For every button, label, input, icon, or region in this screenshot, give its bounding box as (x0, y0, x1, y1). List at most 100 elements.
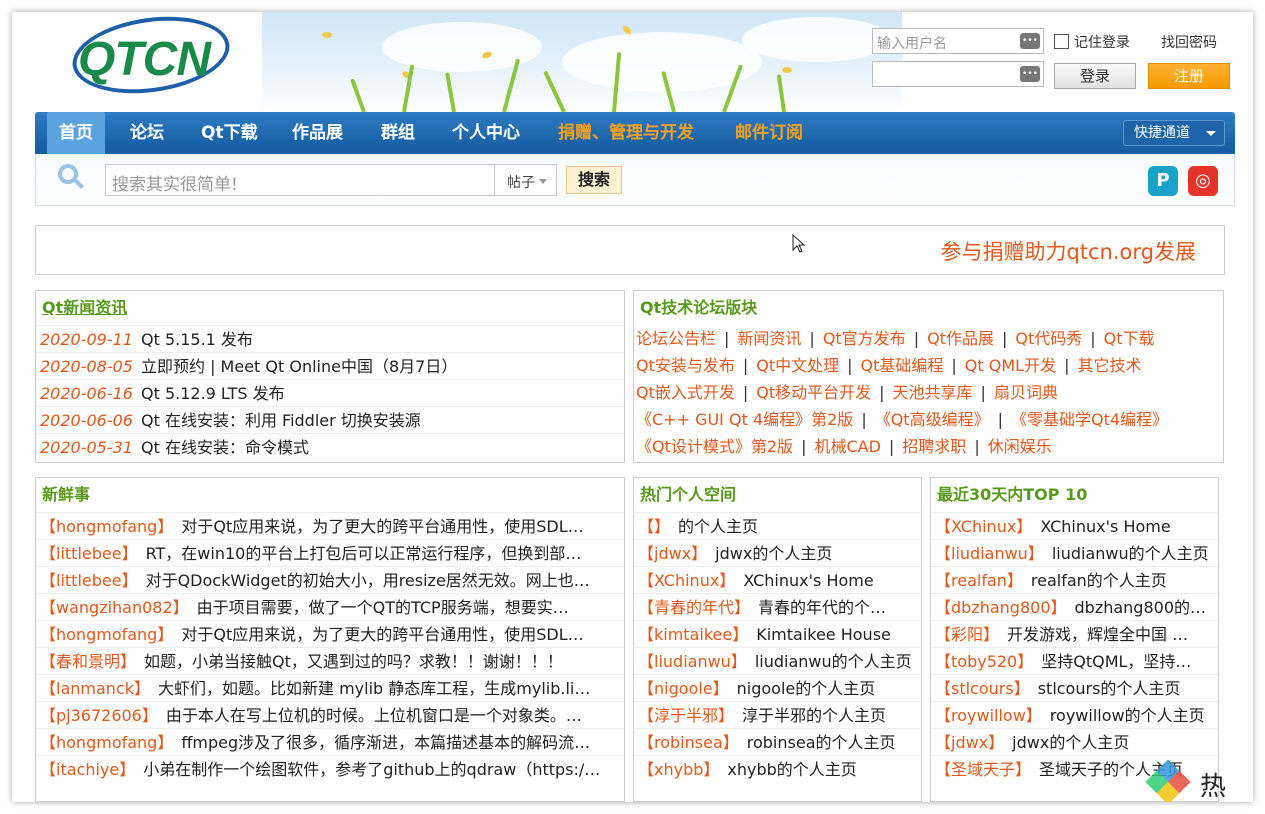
forum-board-link[interactable]: Qt下载 (1104, 329, 1155, 348)
hot-space-item[interactable]: 【青春的年代】 青春的年代的个… (634, 593, 921, 620)
fresh-user-link[interactable]: 【lanmanck】 (40, 679, 150, 698)
hot-space-item[interactable]: 【XChinux】 XChinux's Home (634, 566, 921, 593)
nav-mail-subscribe[interactable]: 邮件订阅 (723, 112, 815, 154)
top10-user-link[interactable]: 【realfan】 (935, 571, 1023, 590)
top10-text[interactable]: 开发游戏，辉煌全中国 … (1007, 625, 1188, 644)
forum-board-link[interactable]: 扇贝词典 (994, 383, 1058, 402)
fresh-text[interactable]: ffmpeg涉及了很多，循序渐进，本篇描述基本的解码流… (181, 733, 590, 752)
hot-space-item[interactable]: 【jdwx】 jdwx的个人主页 (634, 539, 921, 566)
news-title-link[interactable]: 立即预约 | Meet Qt Online中国（8月7日） (141, 357, 457, 376)
fresh-item[interactable]: 【wangzihan082】 由于项目需要，做了一个QT的TCP服务端，想要实… (36, 593, 624, 620)
nav-qt-download[interactable]: Qt下载 (189, 112, 270, 154)
hot-space-text[interactable]: liudianwu的个人主页 (755, 652, 912, 671)
forum-board-link[interactable]: 《Qt高级编程》 (875, 410, 990, 429)
forum-board-link[interactable]: 招聘求职 (902, 437, 966, 456)
hot-space-text[interactable]: nigoole的个人主页 (737, 679, 876, 698)
site-logo[interactable]: QTCN (67, 12, 235, 103)
forum-board-link[interactable]: Qt作品展 (927, 329, 994, 348)
quick-access-dropdown[interactable]: 快捷通道 (1123, 120, 1225, 146)
top10-text[interactable]: jdwx的个人主页 (1012, 733, 1129, 752)
fresh-user-link[interactable]: 【hongmofang】 (40, 625, 173, 644)
hot-space-user-link[interactable]: 【nigoole】 (638, 679, 729, 698)
hot-space-user-link[interactable]: 【liudianwu】 (638, 652, 747, 671)
hot-space-item[interactable]: 【liudianwu】 liudianwu的个人主页 (634, 647, 921, 674)
top10-text[interactable]: roywillow的个人主页 (1050, 706, 1205, 725)
forum-board-link[interactable]: Qt移动平台开发 (756, 383, 871, 402)
fresh-user-link[interactable]: 【littlebee】 (40, 544, 138, 563)
top10-user-link[interactable]: 【liudianwu】 (935, 544, 1044, 563)
top10-user-link[interactable]: 【XChinux】 (935, 517, 1032, 536)
news-item[interactable]: 2020-09-11 Qt 5.15.1 发布 (36, 325, 624, 352)
periscope-icon[interactable]: P (1148, 166, 1178, 196)
hot-space-item[interactable]: 【robinsea】 robinsea的个人主页 (634, 728, 921, 755)
hot-space-user-link[interactable]: 【淳于半邪】 (638, 706, 734, 725)
hot-space-text[interactable]: 青春的年代的个… (758, 598, 886, 617)
nav-forum[interactable]: 论坛 (118, 112, 176, 154)
nav-home[interactable]: 首页 (47, 112, 105, 154)
top10-text[interactable]: XChinux's Home (1040, 517, 1170, 536)
fresh-text[interactable]: 对于Qt应用来说，为了更大的跨平台通用性，使用SDL… (181, 625, 583, 644)
fresh-text[interactable]: 对于QDockWidget的初始大小，用resize居然无效。网上也… (146, 571, 590, 590)
username-input[interactable]: 输入用户名 ••• (872, 28, 1044, 54)
nav-personal-center[interactable]: 个人中心 (440, 112, 532, 154)
news-title-link[interactable]: Qt 在线安装：命令模式 (141, 438, 309, 457)
top10-text[interactable]: stlcours的个人主页 (1038, 679, 1181, 698)
fresh-user-link[interactable]: 【hongmofang】 (40, 733, 173, 752)
hot-space-user-link[interactable]: 【jdwx】 (638, 544, 707, 563)
fresh-item[interactable]: 【hongmofang】 ffmpeg涉及了很多，循序渐进，本篇描述基本的解码流… (36, 728, 624, 755)
fresh-item[interactable]: 【春和景明】 如题，小弟当接触Qt，又遇到过的吗？求教！！谢谢！！！ (36, 647, 624, 674)
hot-space-user-link[interactable]: 【robinsea】 (638, 733, 739, 752)
forum-board-link[interactable]: 新闻资讯 (737, 329, 801, 348)
login-button[interactable]: 登录 (1054, 63, 1136, 89)
search-button[interactable]: 搜索 (566, 166, 622, 194)
news-item[interactable]: 2020-06-06 Qt 在线安装：利用 Fiddler 切换安装源 (36, 406, 624, 433)
top10-user-link[interactable]: 【toby520】 (935, 652, 1033, 671)
top10-user-link[interactable]: 【dbzhang800】 (935, 598, 1067, 617)
top10-item[interactable]: 【彩阳】 开发游戏，辉煌全中国 … (931, 620, 1218, 647)
fresh-text[interactable]: RT，在win10的平台上打包后可以正常运行程序，但换到部… (146, 544, 582, 563)
forum-board-link[interactable]: Qt官方发布 (823, 329, 906, 348)
forum-board-link[interactable]: 《零基础学Qt4编程》 (1011, 410, 1168, 429)
forum-board-link[interactable]: 机械CAD (814, 437, 880, 456)
top10-text[interactable]: 坚持QtQML，坚持… (1041, 652, 1191, 671)
forum-board-link[interactable]: 《Qt设计模式》第2版 (636, 437, 793, 456)
fresh-item[interactable]: 【hongmofang】 对于Qt应用来说，为了更大的跨平台通用性，使用SDL… (36, 512, 624, 539)
top10-user-link[interactable]: 【stlcours】 (935, 679, 1030, 698)
fresh-item[interactable]: 【littlebee】 对于QDockWidget的初始大小，用resize居然无… (36, 566, 624, 593)
nav-donate-manage[interactable]: 捐赠、管理与开发 (546, 112, 706, 154)
fresh-item[interactable]: 【pj3672606】 由于本人在写上位机的时候。上位机窗口是一个对象类。… (36, 701, 624, 728)
forum-board-link[interactable]: Qt中文处理 (756, 356, 839, 375)
hot-space-user-link[interactable]: 【XChinux】 (638, 571, 735, 590)
hot-space-text[interactable]: 的个人主页 (678, 517, 758, 536)
hot-space-user-link[interactable]: 【】 (638, 517, 670, 536)
fresh-user-link[interactable]: 【hongmofang】 (40, 517, 173, 536)
fresh-text[interactable]: 对于Qt应用来说，为了更大的跨平台通用性，使用SDL… (181, 517, 583, 536)
news-title-link[interactable]: Qt 5.12.9 LTS 发布 (141, 384, 285, 403)
fresh-user-link[interactable]: 【春和景明】 (40, 652, 136, 671)
forgot-password-link[interactable]: 找回密码 (1161, 32, 1217, 52)
search-input[interactable]: 搜索其实很简单! (105, 164, 495, 196)
news-title-link[interactable]: Qt 5.15.1 发布 (141, 330, 253, 349)
fresh-text[interactable]: 由于本人在写上位机的时候。上位机窗口是一个对象类。… (166, 706, 582, 725)
fresh-text[interactable]: 如题，小弟当接触Qt，又遇到过的吗？求教！！谢谢！！！ (144, 652, 563, 671)
hot-space-text[interactable]: robinsea的个人主页 (747, 733, 896, 752)
donate-banner[interactable]: 参与捐赠助力qtcn.org发展 (35, 225, 1225, 275)
forum-board-link[interactable]: 休闲娱乐 (988, 437, 1052, 456)
hot-space-text[interactable]: Kimtaikee House (756, 625, 891, 644)
top10-item[interactable]: 【roywillow】 roywillow的个人主页 (931, 701, 1218, 728)
weibo-icon[interactable]: ◎ (1188, 166, 1218, 196)
search-type-select[interactable]: 帖子 (494, 164, 557, 196)
fresh-item[interactable]: 【littlebee】 RT，在win10的平台上打包后可以正常运行程序，但换到部… (36, 539, 624, 566)
hot-space-item[interactable]: 【】 的个人主页 (634, 512, 921, 539)
top10-item[interactable]: 【liudianwu】 liudianwu的个人主页 (931, 539, 1218, 566)
top10-text[interactable]: dbzhang800的… (1075, 598, 1207, 617)
password-input[interactable]: ••• (872, 61, 1044, 87)
top10-item[interactable]: 【dbzhang800】 dbzhang800的… (931, 593, 1218, 620)
hot-space-text[interactable]: XChinux's Home (743, 571, 873, 590)
forum-board-link[interactable]: Qt嵌入式开发 (636, 383, 735, 402)
hot-space-text[interactable]: 淳于半邪的个人主页 (742, 706, 886, 725)
top10-item[interactable]: 【realfan】 realfan的个人主页 (931, 566, 1218, 593)
fresh-item[interactable]: 【itachiye】 小弟在制作一个绘图软件，参考了github上的qdraw（h… (36, 755, 624, 782)
forum-board-link[interactable]: Qt代码秀 (1015, 329, 1082, 348)
top10-item[interactable]: 【jdwx】 jdwx的个人主页 (931, 728, 1218, 755)
